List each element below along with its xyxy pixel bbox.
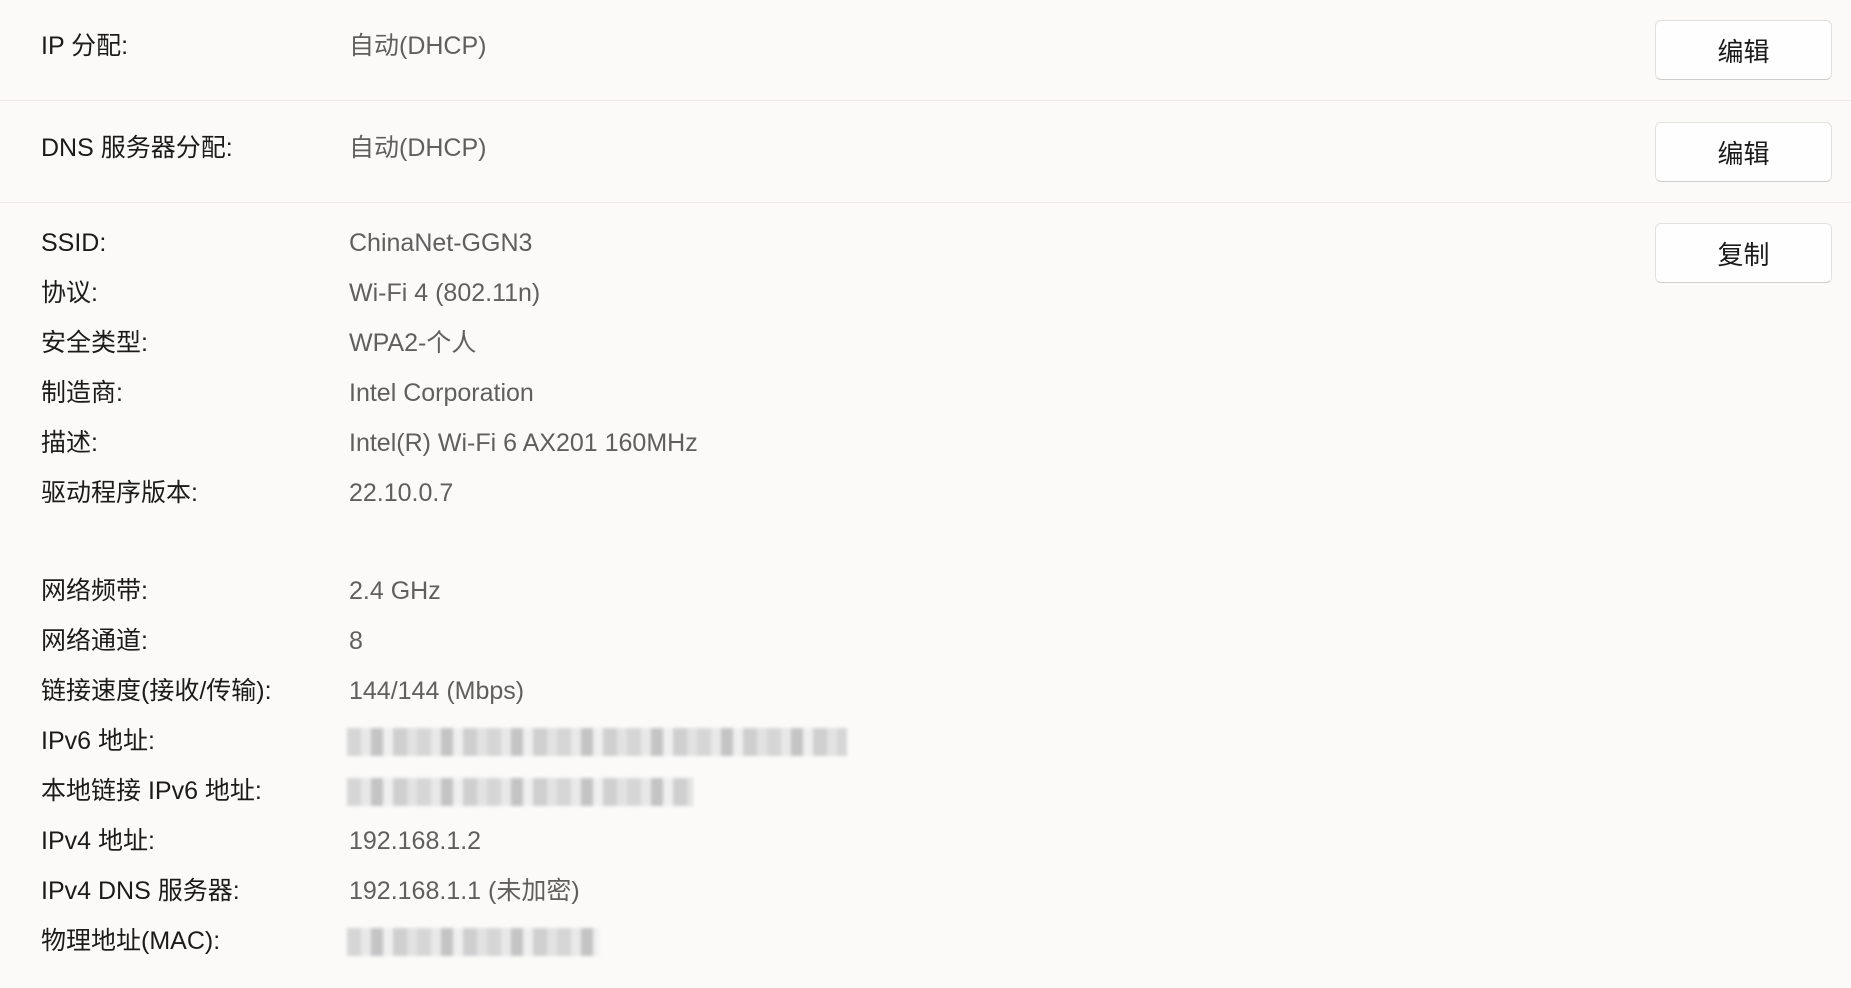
detail-label: IPv4 地址:	[41, 827, 155, 855]
edit-dns-button[interactable]: 编辑	[1655, 122, 1832, 182]
detail-value: 22.10.0.7	[349, 479, 454, 507]
redacted-ipv6-address	[347, 728, 847, 756]
detail-label: SSID:	[41, 229, 107, 257]
divider	[0, 100, 1851, 101]
detail-label: 网络频带:	[41, 577, 148, 605]
detail-value: 144/144 (Mbps)	[349, 677, 525, 705]
detail-label: 物理地址(MAC):	[41, 927, 221, 955]
detail-label: 网络通道:	[41, 627, 148, 655]
detail-label: IPv6 地址:	[41, 727, 155, 755]
redacted-link-local-ipv6	[347, 778, 693, 806]
detail-value: 192.168.1.1 (未加密)	[349, 877, 580, 905]
ip-assignment-value: 自动(DHCP)	[349, 32, 487, 60]
detail-value: 8	[349, 627, 363, 655]
dns-assignment-label: DNS 服务器分配:	[41, 134, 233, 162]
divider	[0, 202, 1851, 203]
detail-value: WPA2-个人	[349, 329, 477, 357]
detail-value: Wi-Fi 4 (802.11n)	[349, 279, 541, 307]
edit-ip-button[interactable]: 编辑	[1655, 20, 1832, 80]
redacted-mac-address	[347, 928, 599, 956]
detail-label: 本地链接 IPv6 地址:	[41, 777, 262, 805]
detail-value: ChinaNet-GGN3	[349, 229, 533, 257]
dns-assignment-value: 自动(DHCP)	[349, 134, 487, 162]
detail-label: 安全类型:	[41, 329, 148, 357]
detail-label: 协议:	[41, 279, 98, 307]
detail-label: 制造商:	[41, 379, 123, 407]
detail-label: 驱动程序版本:	[41, 479, 198, 507]
copy-button[interactable]: 复制	[1655, 223, 1832, 283]
detail-value: Intel(R) Wi-Fi 6 AX201 160MHz	[349, 429, 698, 457]
detail-label: IPv4 DNS 服务器:	[41, 877, 240, 905]
ip-assignment-label: IP 分配:	[41, 32, 129, 60]
detail-label: 描述:	[41, 429, 98, 457]
detail-label: 链接速度(接收/传输):	[41, 677, 272, 705]
detail-value: 2.4 GHz	[349, 577, 441, 605]
detail-value: Intel Corporation	[349, 379, 534, 407]
detail-value: 192.168.1.2	[349, 827, 482, 855]
